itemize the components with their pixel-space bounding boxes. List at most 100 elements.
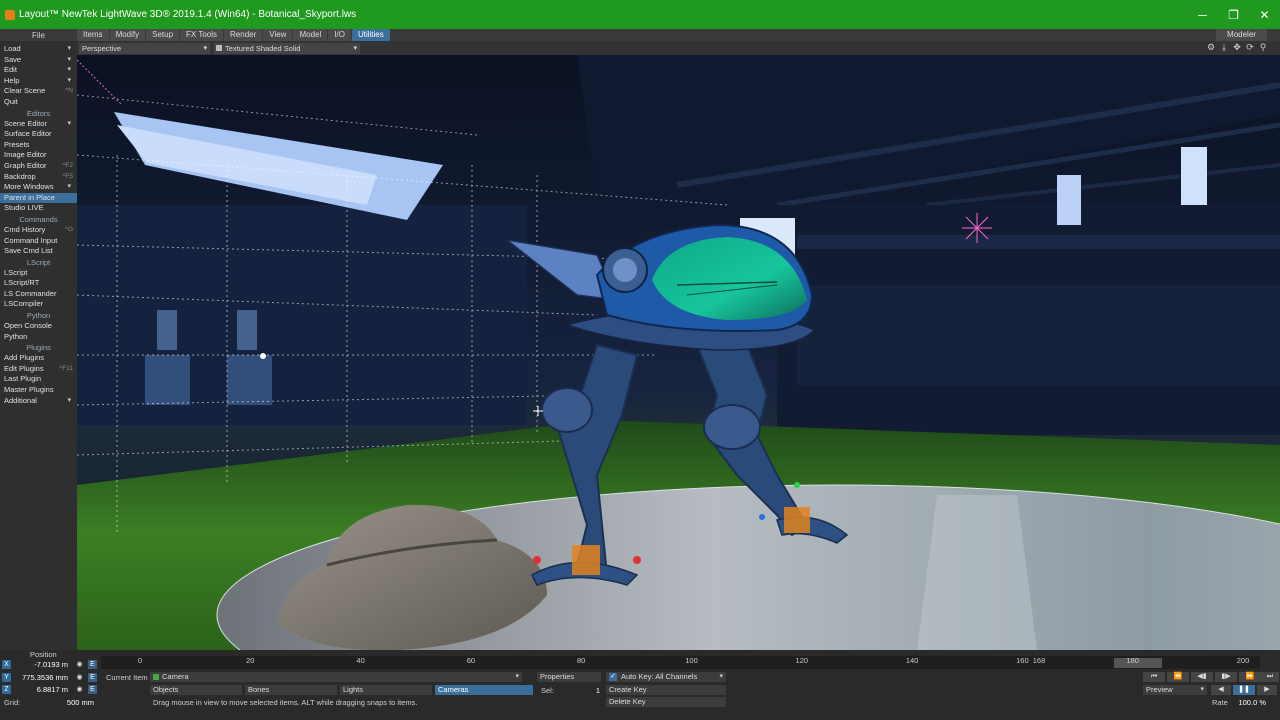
auto-key-dropdown[interactable]: ✓ Auto Key: All Channels ▾ <box>606 672 726 682</box>
tab-model[interactable]: Model <box>293 29 328 41</box>
z-axis-button[interactable]: Z <box>2 685 11 694</box>
e-button-x[interactable]: E <box>88 660 97 669</box>
tab-items[interactable]: Items <box>77 29 109 41</box>
toolbar-button-studio-live[interactable]: Studio LIVE <box>0 203 77 214</box>
e-button-z[interactable]: E <box>88 685 97 694</box>
create-key-button[interactable]: Create Key <box>606 685 726 695</box>
view-mode-dropdown[interactable]: Perspective ▾ <box>79 42 210 54</box>
shading-mode-dropdown[interactable]: Textured Shaded Solid ▾ <box>214 42 360 54</box>
rotate-icon[interactable]: ⟳ <box>1245 42 1255 53</box>
eye-icon[interactable]: ◉ <box>75 660 84 669</box>
close-button[interactable]: ✕ <box>1249 0 1280 29</box>
play-button[interactable]: ▶ <box>1257 685 1277 695</box>
position-label: Position <box>30 650 57 659</box>
tab-view[interactable]: View <box>263 29 293 41</box>
toolbar-button-quit[interactable]: Quit <box>0 97 77 108</box>
tab-modify[interactable]: Modify <box>109 29 146 41</box>
toolbar-button-load[interactable]: Load <box>0 44 77 55</box>
delete-key-button[interactable]: Delete Key <box>606 697 726 707</box>
next-frame-button[interactable]: ▮▶ <box>1215 672 1237 682</box>
tab-io[interactable]: I/O <box>328 29 351 41</box>
toolbar-button-additional[interactable]: Additional <box>0 396 77 407</box>
x-position-field[interactable]: -7.0193 m <box>14 660 68 669</box>
gear-icon[interactable]: ⚙ <box>1206 42 1216 53</box>
shading-icon <box>216 44 222 51</box>
properties-label: Properties <box>540 672 575 681</box>
lights-button[interactable]: Lights <box>340 685 432 695</box>
eye-icon[interactable]: ◉ <box>75 685 84 694</box>
toolbar-button-surface-editor[interactable]: Surface Editor <box>0 129 77 140</box>
toolbar-button-lscompiler[interactable]: LSCompiler <box>0 299 77 310</box>
camera-icon <box>153 674 159 680</box>
toolbar-button-clear-scene[interactable]: Clear Scene ^N <box>0 86 77 97</box>
e-button-y[interactable]: E <box>88 673 97 682</box>
frame-tick: 80 <box>577 656 586 665</box>
toolbar-button-parent-in-place[interactable]: Parent in Place <box>0 192 77 204</box>
y-axis-button[interactable]: Y <box>2 673 11 682</box>
toolbar-button-lscript-rt[interactable]: LScript/RT <box>0 278 77 289</box>
toolbar-button-last-plugin[interactable]: Last Plugin <box>0 374 77 385</box>
toolbar-button-command-input[interactable]: Command Input <box>0 236 77 247</box>
toolbar-button-add-plugins[interactable]: Add Plugins <box>0 353 77 364</box>
toolbar-button-save[interactable]: Save <box>0 55 77 66</box>
tab-setup[interactable]: Setup <box>146 29 180 41</box>
toolbar-button-edit[interactable]: Edit <box>0 65 77 76</box>
frame-tick: 160 <box>1016 656 1029 665</box>
maximize-button[interactable]: ❐ <box>1218 0 1249 29</box>
pause-button[interactable]: ❚❚ <box>1233 685 1255 695</box>
tab-fx-tools[interactable]: FX Tools <box>180 29 224 41</box>
go-to-end-button[interactable]: ⏭ <box>1261 672 1279 682</box>
cameras-button[interactable]: Cameras <box>435 685 533 695</box>
rate-label: Rate <box>1212 698 1228 707</box>
go-to-start-button[interactable]: ⏮ <box>1143 672 1165 682</box>
toolbar-button-backdrop[interactable]: Backdrop ^F5 <box>0 172 77 183</box>
toolbar-button-save-cmd-list[interactable]: Save Cmd List <box>0 246 77 257</box>
download-icon[interactable]: ⤓ <box>1219 42 1229 53</box>
timeline-ruler[interactable]: 0 168 200 20 40 60 80 100 120 140 160 180 <box>101 656 1260 669</box>
shading-mode-value: Textured Shaded Solid <box>225 43 301 53</box>
x-axis-button[interactable]: X <box>2 660 11 669</box>
rate-value[interactable]: 100.0 % <box>1230 698 1266 707</box>
chevron-down-icon: ▾ <box>353 44 357 52</box>
toolbar-button-open-console[interactable]: Open Console <box>0 321 77 332</box>
minimize-button[interactable]: ─ <box>1187 0 1218 29</box>
z-position-field[interactable]: 6.8817 m <box>14 685 68 694</box>
toolbar-button-python[interactable]: Python <box>0 332 77 343</box>
toolbar-button-label: Additional <box>4 395 37 405</box>
next-key-button[interactable]: ⏩ <box>1239 672 1261 682</box>
toolbar-button-cmd-history[interactable]: Cmd History ^G <box>0 225 77 236</box>
tab-render[interactable]: Render <box>224 29 263 41</box>
grid-size-field[interactable]: 500 mm <box>40 698 94 707</box>
toolbar-button-image-editor[interactable]: Image Editor <box>0 150 77 161</box>
objects-button[interactable]: Objects <box>150 685 242 695</box>
y-position-field[interactable]: 775.3536 mm <box>14 673 68 682</box>
chevron-down-icon: ▾ <box>203 44 207 52</box>
toolbar-button-lscript[interactable]: LScript <box>0 268 77 279</box>
toolbar-button-master-plugins[interactable]: Master Plugins <box>0 385 77 396</box>
toolbar-button-graph-editor[interactable]: Graph Editor ^F2 <box>0 161 77 172</box>
toolbar-button-ls-commander[interactable]: LS Commander <box>0 289 77 300</box>
eye-icon[interactable]: ◉ <box>75 673 84 682</box>
shortcut-label: ^F2 <box>62 161 73 169</box>
move-icon[interactable]: ✥ <box>1232 42 1242 53</box>
toolbar-button-presets[interactable]: Presets <box>0 140 77 151</box>
toolbar-button-more-windows[interactable]: More Windows <box>0 182 77 193</box>
frame-tick: 100 <box>685 656 698 665</box>
preview-dropdown[interactable]: Preview ▾ <box>1143 685 1207 695</box>
previous-key-button[interactable]: ⏪ <box>1167 672 1189 682</box>
tab-utilities[interactable]: Utilities <box>351 29 390 41</box>
modeler-button[interactable]: Modeler <box>1216 29 1267 41</box>
properties-button[interactable]: Properties <box>537 672 601 682</box>
toolbar-button-scene-editor[interactable]: Scene Editor <box>0 119 77 130</box>
toolbar-button-edit-plugins[interactable]: Edit Plugins ^F11 <box>0 364 77 375</box>
play-reverse-button[interactable]: ◀ <box>1211 685 1231 695</box>
checkbox-icon[interactable]: ✓ <box>609 673 617 681</box>
3d-viewport[interactable] <box>77 55 1280 650</box>
lights-label: Lights <box>343 685 364 694</box>
current-item-dropdown[interactable]: Camera ▾ <box>150 672 522 682</box>
zoom-icon[interactable]: ⚲ <box>1258 42 1268 53</box>
section-header: Commands <box>19 214 58 224</box>
toolbar-button-help[interactable]: Help <box>0 76 77 87</box>
previous-frame-button[interactable]: ◀▮ <box>1191 672 1213 682</box>
bones-button[interactable]: Bones <box>245 685 337 695</box>
